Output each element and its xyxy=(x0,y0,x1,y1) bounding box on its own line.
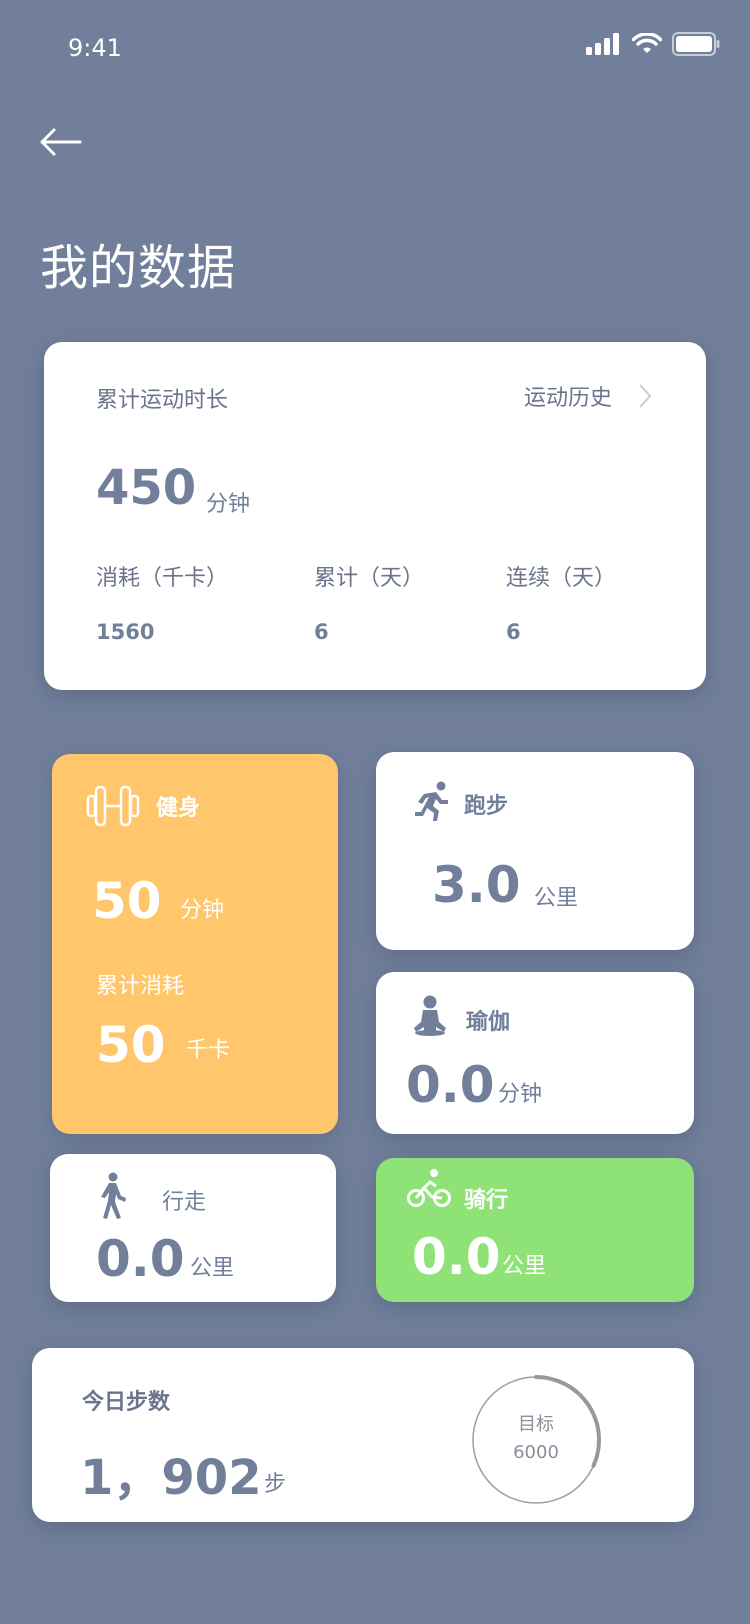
stat-label: 累计（天） xyxy=(314,566,425,591)
tile-value: 3.0 xyxy=(432,856,521,914)
bicycle-icon xyxy=(407,1169,451,1207)
tile-title: 行走 xyxy=(162,1190,207,1215)
steps-label: 今日步数 xyxy=(82,1390,171,1415)
stat-value: 6 xyxy=(506,620,521,644)
total-duration-unit: 分钟 xyxy=(206,492,251,517)
steps-goal-ring: 目标 6000 xyxy=(468,1372,604,1508)
tile-title: 健身 xyxy=(156,796,201,821)
consumption-label: 累计消耗 xyxy=(96,974,185,999)
goal-value: 6000 xyxy=(513,1442,559,1463)
consumption-unit: 千卡 xyxy=(186,1038,231,1063)
tile-unit: 分钟 xyxy=(498,1082,543,1107)
runner-icon xyxy=(415,781,448,821)
battery-icon xyxy=(672,32,720,56)
tile-value: 0.0 xyxy=(96,1230,185,1288)
yoga-icon xyxy=(414,995,446,1036)
back-arrow-icon[interactable] xyxy=(36,118,84,166)
steps-unit: 步 xyxy=(264,1472,287,1497)
fitness-tile[interactable]: 健身 50 分钟 累计消耗 50 千卡 xyxy=(52,754,338,1134)
tile-value: 0.0 xyxy=(412,1228,501,1286)
page-title: 我的数据 xyxy=(40,240,237,296)
wifi-icon xyxy=(632,33,662,53)
tile-unit: 分钟 xyxy=(180,898,225,923)
tile-value: 0.0 xyxy=(406,1056,495,1114)
chevron-right-icon xyxy=(639,384,652,408)
stat-value: 6 xyxy=(314,620,329,644)
history-link[interactable]: 运动历史 xyxy=(524,380,652,412)
tile-title: 骑行 xyxy=(464,1188,509,1213)
steps-value: 1，902 xyxy=(80,1450,262,1506)
yoga-tile[interactable]: 瑜伽 0.0 分钟 xyxy=(376,972,694,1134)
signal-icon xyxy=(586,33,619,55)
status-time: 9:41 xyxy=(68,34,122,62)
walker-icon xyxy=(101,1172,126,1219)
steps-card: 今日步数 1，902 步 目标 6000 xyxy=(32,1348,694,1522)
walking-tile[interactable]: 行走 0.0 公里 xyxy=(50,1154,336,1302)
tile-unit: 公里 xyxy=(502,1254,547,1279)
status-icons xyxy=(586,32,720,56)
stat-calories: 消耗（千卡） 1560 xyxy=(96,560,228,644)
tile-unit: 公里 xyxy=(534,886,579,911)
tile-title: 跑步 xyxy=(464,794,509,819)
cycling-tile[interactable]: 骑行 0.0 公里 xyxy=(376,1158,694,1302)
history-link-label: 运动历史 xyxy=(523,386,612,411)
tile-title: 瑜伽 xyxy=(466,1010,511,1035)
summary-label: 累计运动时长 xyxy=(96,388,229,413)
consumption-value: 50 xyxy=(96,1016,166,1074)
running-tile[interactable]: 跑步 3.0 公里 xyxy=(376,752,694,950)
stat-label: 消耗（千卡） xyxy=(96,566,229,591)
summary-card: 累计运动时长 运动历史 450 分钟 消耗（千卡） 1560 累计（天） 6 连… xyxy=(44,342,706,690)
goal-label: 目标 xyxy=(518,1414,554,1435)
stat-streak-days: 连续（天） 6 xyxy=(506,560,616,644)
stat-value: 1560 xyxy=(96,620,155,644)
tile-unit: 公里 xyxy=(190,1256,235,1281)
total-duration-value: 450 xyxy=(96,460,197,516)
tile-value: 50 xyxy=(92,872,162,930)
stat-total-days: 累计（天） 6 xyxy=(314,560,424,644)
stat-label: 连续（天） xyxy=(506,566,617,591)
dumbbell-icon xyxy=(86,785,140,827)
